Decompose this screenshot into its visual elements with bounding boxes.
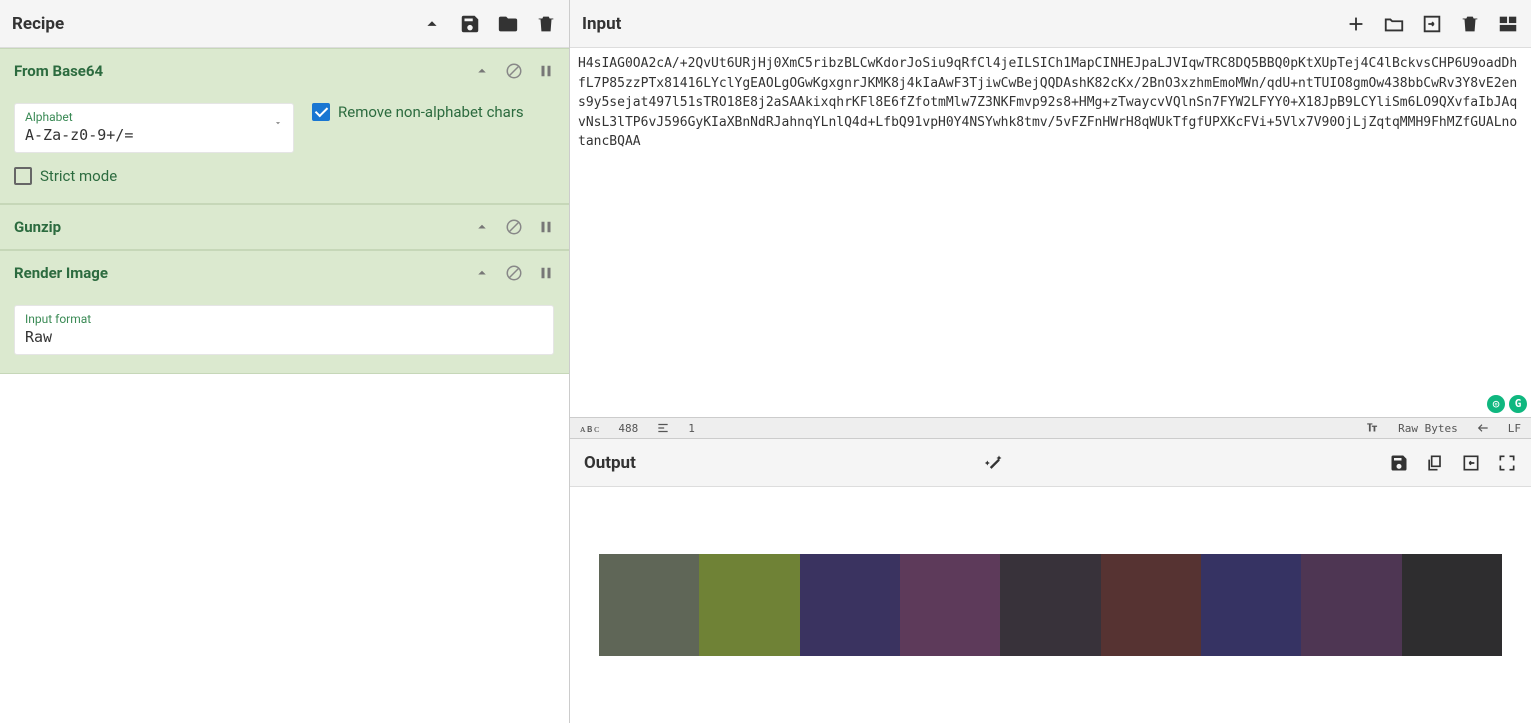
color-swatch: [699, 554, 799, 656]
input-format-label: Input format: [25, 312, 543, 326]
operation-from-base64: From Base64 Alphabet A-Za-z0-9+/= Remove…: [0, 48, 569, 204]
replace-input-icon[interactable]: [1461, 453, 1481, 473]
open-folder-icon[interactable]: [1383, 13, 1405, 35]
input-format-field[interactable]: Input format Raw: [14, 305, 554, 355]
chevron-up-icon[interactable]: [473, 264, 491, 282]
lines-icon: [656, 421, 670, 435]
chevron-up-icon[interactable]: [473, 218, 491, 236]
checkbox-icon: [14, 167, 32, 185]
output-title: Output: [584, 453, 970, 473]
operation-header[interactable]: Gunzip: [0, 205, 569, 249]
remove-non-alpha-label: Remove non-alphabet chars: [338, 103, 524, 121]
magic-wand-icon[interactable]: [984, 453, 1004, 473]
operation-header[interactable]: From Base64: [0, 49, 569, 93]
color-swatch: [1402, 554, 1502, 656]
alphabet-field[interactable]: Alphabet A-Za-z0-9+/=: [14, 103, 294, 153]
pause-icon[interactable]: [537, 264, 555, 282]
remove-non-alpha-checkbox[interactable]: Remove non-alphabet chars: [312, 103, 524, 121]
input-title: Input: [582, 14, 1345, 34]
abc-icon: ᴀʙᴄ: [580, 422, 600, 435]
input-header: Input: [570, 0, 1531, 48]
pause-icon[interactable]: [537, 218, 555, 236]
alphabet-label: Alphabet: [25, 110, 283, 124]
output-image: [599, 554, 1502, 656]
chevron-up-icon[interactable]: [473, 62, 491, 80]
operation-title: Gunzip: [14, 218, 473, 236]
disable-icon[interactable]: [505, 62, 523, 80]
color-swatch: [800, 554, 900, 656]
eol-arrow-icon[interactable]: [1476, 421, 1490, 435]
disable-icon[interactable]: [505, 218, 523, 236]
line-count: 1: [688, 422, 695, 435]
disable-icon[interactable]: [505, 264, 523, 282]
recipe-header: Recipe: [0, 0, 569, 48]
folder-icon[interactable]: [497, 13, 519, 35]
color-swatch: [1301, 554, 1401, 656]
input-text: H4sIAG0OA2cA/+2QvUt6URjHj0XmC5ribzBLCwKd…: [578, 56, 1517, 149]
trash-icon[interactable]: [535, 13, 557, 35]
panes-icon[interactable]: [1497, 13, 1519, 35]
checkbox-icon: [312, 103, 330, 121]
chevron-up-icon[interactable]: [421, 13, 443, 35]
add-icon[interactable]: [1345, 13, 1367, 35]
operation-title: From Base64: [14, 62, 473, 80]
input-format-value: Raw: [25, 328, 543, 346]
color-swatch: [599, 554, 699, 656]
color-swatch: [1101, 554, 1201, 656]
char-count: 488: [618, 422, 638, 435]
copy-icon[interactable]: [1425, 453, 1445, 473]
strict-mode-checkbox[interactable]: Strict mode: [14, 167, 555, 185]
text-format-icon[interactable]: [1366, 421, 1380, 435]
raw-bytes-label[interactable]: Raw Bytes: [1398, 422, 1458, 435]
input-statusbar: ᴀʙᴄ 488 1 Raw Bytes LF: [570, 417, 1531, 439]
strict-mode-label: Strict mode: [40, 167, 117, 185]
grammarly-icon: ◎: [1487, 395, 1505, 413]
input-import-icon[interactable]: [1421, 13, 1443, 35]
dropdown-caret-icon: [273, 118, 283, 128]
input-textarea[interactable]: H4sIAG0OA2cA/+2QvUt6URjHj0XmC5ribzBLCwKd…: [570, 48, 1531, 417]
fullscreen-icon[interactable]: [1497, 453, 1517, 473]
save-icon[interactable]: [1389, 453, 1409, 473]
io-panel: Input H4sIAG0OA2cA/+2QvUt6URjHj0XmC5ribz…: [570, 0, 1531, 723]
grammarly-widget[interactable]: ◎ G: [1487, 395, 1527, 413]
trash-icon[interactable]: [1459, 13, 1481, 35]
grammarly-icon: G: [1509, 395, 1527, 413]
eol-label[interactable]: LF: [1508, 422, 1521, 435]
color-swatch: [900, 554, 1000, 656]
operation-header[interactable]: Render Image: [0, 251, 569, 295]
output-header: Output: [570, 439, 1531, 487]
save-icon[interactable]: [459, 13, 481, 35]
color-swatch: [1201, 554, 1301, 656]
pause-icon[interactable]: [537, 62, 555, 80]
recipe-panel: Recipe From Base64 Alphabet A-Za-z0-9+/=: [0, 0, 570, 723]
recipe-title: Recipe: [12, 14, 421, 34]
operation-render-image: Render Image Input format Raw: [0, 250, 569, 374]
alphabet-value: A-Za-z0-9+/=: [25, 126, 283, 144]
operation-title: Render Image: [14, 264, 473, 282]
operation-gunzip: Gunzip: [0, 204, 569, 250]
color-swatch: [1000, 554, 1100, 656]
output-body: [570, 487, 1531, 723]
